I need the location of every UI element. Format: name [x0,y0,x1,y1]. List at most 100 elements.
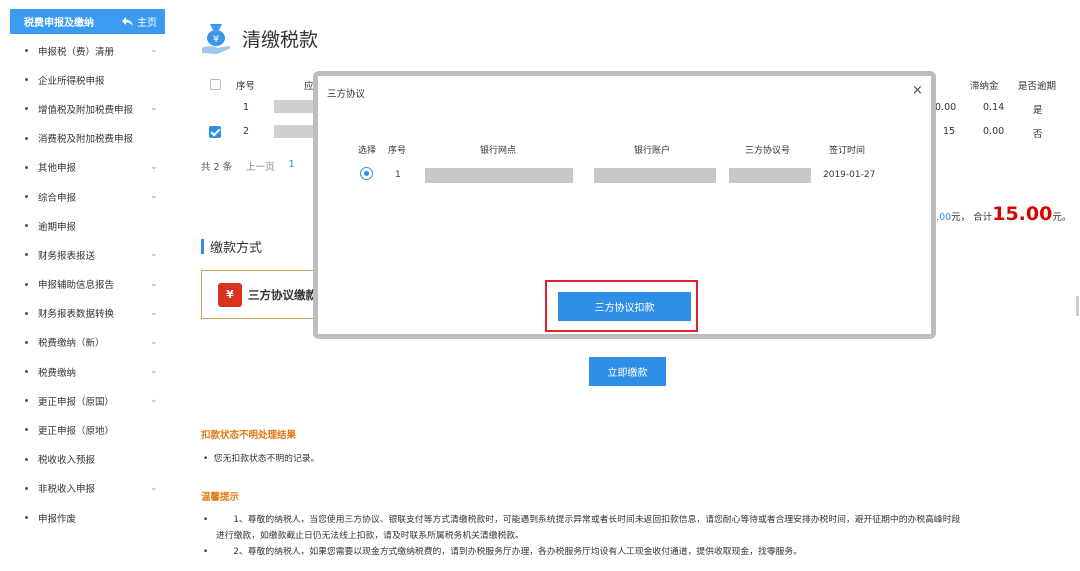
pagination: 共 2 条 上一页 1 [201,159,295,173]
bullet-icon [25,399,28,403]
bullet-icon [25,107,28,111]
masked-cell [274,125,314,138]
sidebar-item[interactable]: 综合申报 ⌄ [0,182,170,211]
tip-1-line-2: 进行缴款，如缴款截止日仍无法线上扣款，请及时联系所属税务机关清缴税款。 [216,531,524,541]
masked-agreement-no [729,168,811,183]
bullet-icon [25,282,28,286]
row-amount: 15 [943,126,956,137]
total-label: 合计 [973,212,993,223]
chevron-down-icon[interactable]: ⌄ [150,162,158,172]
svg-text:¥: ¥ [213,34,219,45]
col-bank-branch: 银行网点 [480,146,517,156]
sidebar-item[interactable]: 更正申报（原地） [0,415,170,444]
sidebar-header[interactable]: 税费申报及缴纳 主页 [10,9,165,34]
section-title-text: 缴款方式 [210,241,263,256]
home-link[interactable]: 主页 [122,14,157,29]
agreement-radio[interactable] [360,167,373,180]
chevron-down-icon[interactable]: ⌄ [150,191,158,201]
chevron-down-icon[interactable]: ⌄ [150,308,158,318]
sidebar-item-label: 综合申报 [38,192,77,204]
tip-1: • 1、尊敬的纳税人，当您使用三方协议、银联支付等方式清缴税款时，可能遇到系统提… [203,512,1073,560]
col-seq: 序号 [236,81,256,92]
chevron-down-icon[interactable]: ⌄ [150,395,158,405]
tip-2: 2、尊敬的纳税人，如果您需要以现金方式缴纳税费的，请到办税服务厅办理，各办税服务… [233,547,802,557]
bullet-icon [25,370,28,374]
row-checkbox[interactable] [209,126,221,138]
chevron-down-icon[interactable]: ⌄ [150,279,158,289]
sidebar-item[interactable]: 申报税（费）清册 ⌄ [0,36,170,65]
sidebar-item[interactable]: 税费缴纳（新） ⌄ [0,328,170,357]
sidebar-item[interactable]: 税收收入预报 [0,445,170,474]
tripartite-modal: 三方协议 × 选择 序号 银行网点 银行账户 三方协议号 签订时间 1 2019… [318,76,931,334]
sidebar-item[interactable]: 企业所得税申报 [0,65,170,94]
chevron-down-icon[interactable]: ⌄ [150,249,158,259]
close-icon[interactable]: × [912,83,923,98]
row-seq: 2 [243,126,250,137]
chevron-down-icon[interactable]: ⌄ [150,483,158,493]
status-title: 扣款状态不明处理结果 [201,430,297,441]
status-text-value: 您无扣款状态不明的记录。 [213,454,320,464]
col-account: 银行账户 [634,146,671,156]
sidebar-item[interactable]: 非税收入申报 ⌄ [0,474,170,503]
row-late-fee: 0.14 [983,102,1005,113]
col-seq: 序号 [388,146,407,156]
sidebar-list: 申报税（费）清册 ⌄ 企业所得税申报 增值税及附加税费申报 ⌄ 消费税及附加税费申报 其他申… [0,36,170,532]
sidebar-item[interactable]: 财务报表报送 ⌄ [0,240,170,269]
bullet-icon [25,340,28,344]
sidebar-item-label: 更正申报（原地） [38,426,115,438]
pager-total: 共 2 条 [201,162,233,173]
sidebar-item[interactable]: 申报作废 [0,503,170,532]
agreement-sign-date: 2019-01-27 [823,170,876,180]
row-late-fee: 0.00 [983,126,1005,137]
pay-method-label: 三方协议缴款 [248,287,317,302]
bullet-icon [25,136,28,140]
sidebar-item-label: 消费税及附加税费申报 [38,134,134,146]
bullet-icon [25,224,28,228]
sidebar-item[interactable]: 财务报表数据转换 ⌄ [0,299,170,328]
col-late: 滞纳金 [970,81,999,92]
col-select: 选择 [358,146,377,156]
chevron-down-icon[interactable]: ⌄ [150,103,158,113]
bullet-icon [25,311,28,315]
pager-prev[interactable]: 上一页 [246,159,275,173]
scrollbar[interactable] [1076,296,1079,316]
bullet-icon [25,457,28,461]
tripartite-deduct-button[interactable]: 三方协议扣款 [558,292,691,321]
col-sign-date: 签订时间 [829,146,866,156]
sidebar-item[interactable]: 申报辅助信息报告 ⌄ [0,270,170,299]
sidebar-item[interactable]: 消费税及附加税费申报 [0,124,170,153]
sidebar-item[interactable]: 更正申报（原国） ⌄ [0,386,170,415]
pager-current[interactable]: 1 [289,159,295,173]
sidebar-header-label: 税费申报及缴纳 [24,18,94,29]
bullet-icon [25,428,28,432]
sidebar-item-label: 财务报表报送 [38,250,96,262]
masked-cell [274,100,314,113]
sidebar-item-label: 税费缴纳 [38,367,77,379]
col-overdue: 是否逾期 [1018,81,1057,92]
bullet-icon [25,78,28,82]
masked-account [594,168,716,183]
chevron-down-icon[interactable]: ⌄ [150,337,158,347]
sidebar-item[interactable]: 增值税及附加税费申报 ⌄ [0,94,170,123]
sidebar-item[interactable]: 其他申报 ⌄ [0,153,170,182]
bullet-icon [25,165,28,169]
back-arrow-icon [122,17,133,26]
bullet-icon [25,194,28,198]
pay-now-button[interactable]: 立即缴款 [589,357,666,386]
sidebar-item[interactable]: 逾期申报 [0,211,170,240]
chevron-down-icon[interactable]: ⌄ [150,45,158,55]
sidebar-item-label: 其他申报 [38,163,77,175]
sidebar-item-label: 非税收入申报 [38,484,96,496]
pay-method-tripartite[interactable]: ¥ 三方协议缴款 [201,270,321,319]
sidebar-item-label: 申报税（费）清册 [38,46,115,58]
row-checkbox[interactable] [210,103,213,115]
status-text: • 您无扣款状态不明的记录。 [203,454,320,464]
bullet-icon [25,486,28,490]
select-all-checkbox[interactable] [210,79,221,90]
summary-unit: 元， [951,212,971,223]
sidebar-item-label: 税收收入预报 [38,455,96,467]
sidebar-item[interactable]: 税费缴纳 ⌄ [0,357,170,386]
chevron-down-icon[interactable]: ⌄ [150,366,158,376]
col-agreement-no: 三方协议号 [745,146,791,156]
sidebar-item-label: 申报作废 [38,513,77,525]
